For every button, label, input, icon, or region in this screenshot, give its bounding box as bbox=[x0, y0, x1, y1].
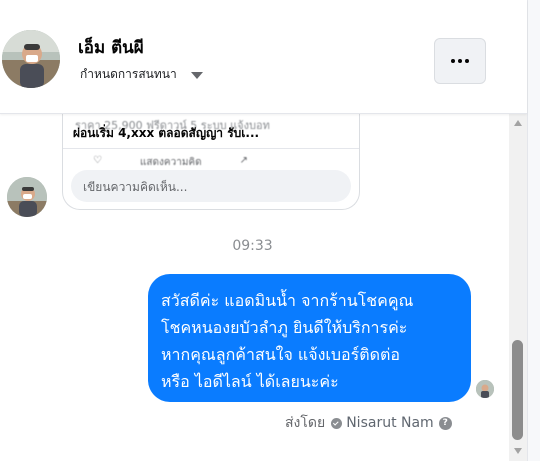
right-edge-panel bbox=[527, 0, 540, 461]
sent-by-prefix: ส่งโดย bbox=[285, 415, 326, 431]
message-line: สวัสดีค่ะ แอดมินน้ำ จากร้านโชคคูณ bbox=[161, 291, 414, 310]
sender-photo bbox=[7, 177, 47, 217]
message-timestamp: 09:33 bbox=[232, 238, 273, 254]
contact-name[interactable]: เอ็ม ตีนผี bbox=[78, 34, 144, 61]
message-line: หากคุณลูกค้าสนใจ แจ้งเบอร์ติดต่อ bbox=[161, 345, 401, 364]
conversation-settings-dropdown[interactable]: กำหนดการสนทนา bbox=[80, 65, 203, 84]
scroll-up-arrow-icon[interactable] bbox=[514, 120, 522, 126]
more-horizontal-icon bbox=[451, 59, 455, 63]
shared-post-card[interactable]: ราคา 25,900 ฟรีดาวน์ 5 ระบบ แจ้งบอท ผ่อน… bbox=[62, 114, 360, 210]
post-text: ผ่อนเริ่ม 4,xxx ตลอดสัญญา รับเ... bbox=[73, 126, 260, 140]
contact-photo bbox=[2, 30, 60, 88]
comment-input[interactable]: เขียนความคิดเห็น... bbox=[71, 170, 351, 202]
scroll-down-arrow-icon[interactable] bbox=[514, 448, 522, 454]
seen-receipt-avatar bbox=[476, 380, 494, 398]
sent-by-info: ส่งโดย Nisarut Nam ? bbox=[285, 412, 452, 434]
scrollbar-thumb[interactable] bbox=[512, 340, 523, 440]
chat-scrollbar[interactable] bbox=[509, 114, 527, 461]
message-line: หรือ ไอดีไลน์ ได้เลยนะค่ะ bbox=[161, 372, 339, 391]
conversation-settings-label: กำหนดการสนทนา bbox=[80, 67, 177, 81]
message-line: โชคหนองยบัวลำภู ยินดีให้บริการค่ะ bbox=[161, 318, 408, 337]
caret-down-icon bbox=[190, 72, 203, 79]
sender-name: Nisarut Nam bbox=[346, 415, 434, 431]
share-icon[interactable]: ↗ bbox=[240, 155, 248, 170]
conversation-header: เอ็ม ตีนผี กำหนดการสนทนา bbox=[0, 0, 527, 114]
sender-avatar[interactable] bbox=[7, 177, 47, 217]
more-options-button[interactable] bbox=[434, 38, 486, 84]
verified-check-icon bbox=[331, 417, 343, 429]
post-divider bbox=[63, 148, 359, 149]
post-actions: ♡ แสดงความคิด ↗ bbox=[93, 155, 248, 170]
like-icon[interactable]: ♡ bbox=[93, 155, 102, 170]
help-icon[interactable]: ? bbox=[438, 416, 452, 430]
outgoing-message-bubble[interactable]: สวัสดีค่ะ แอดมินน้ำ จากร้านโชคคูณ โชคหนอ… bbox=[148, 274, 471, 402]
seen-photo bbox=[476, 380, 494, 398]
comment-action[interactable]: แสดงความคิด bbox=[140, 155, 202, 170]
contact-avatar[interactable] bbox=[2, 30, 60, 88]
